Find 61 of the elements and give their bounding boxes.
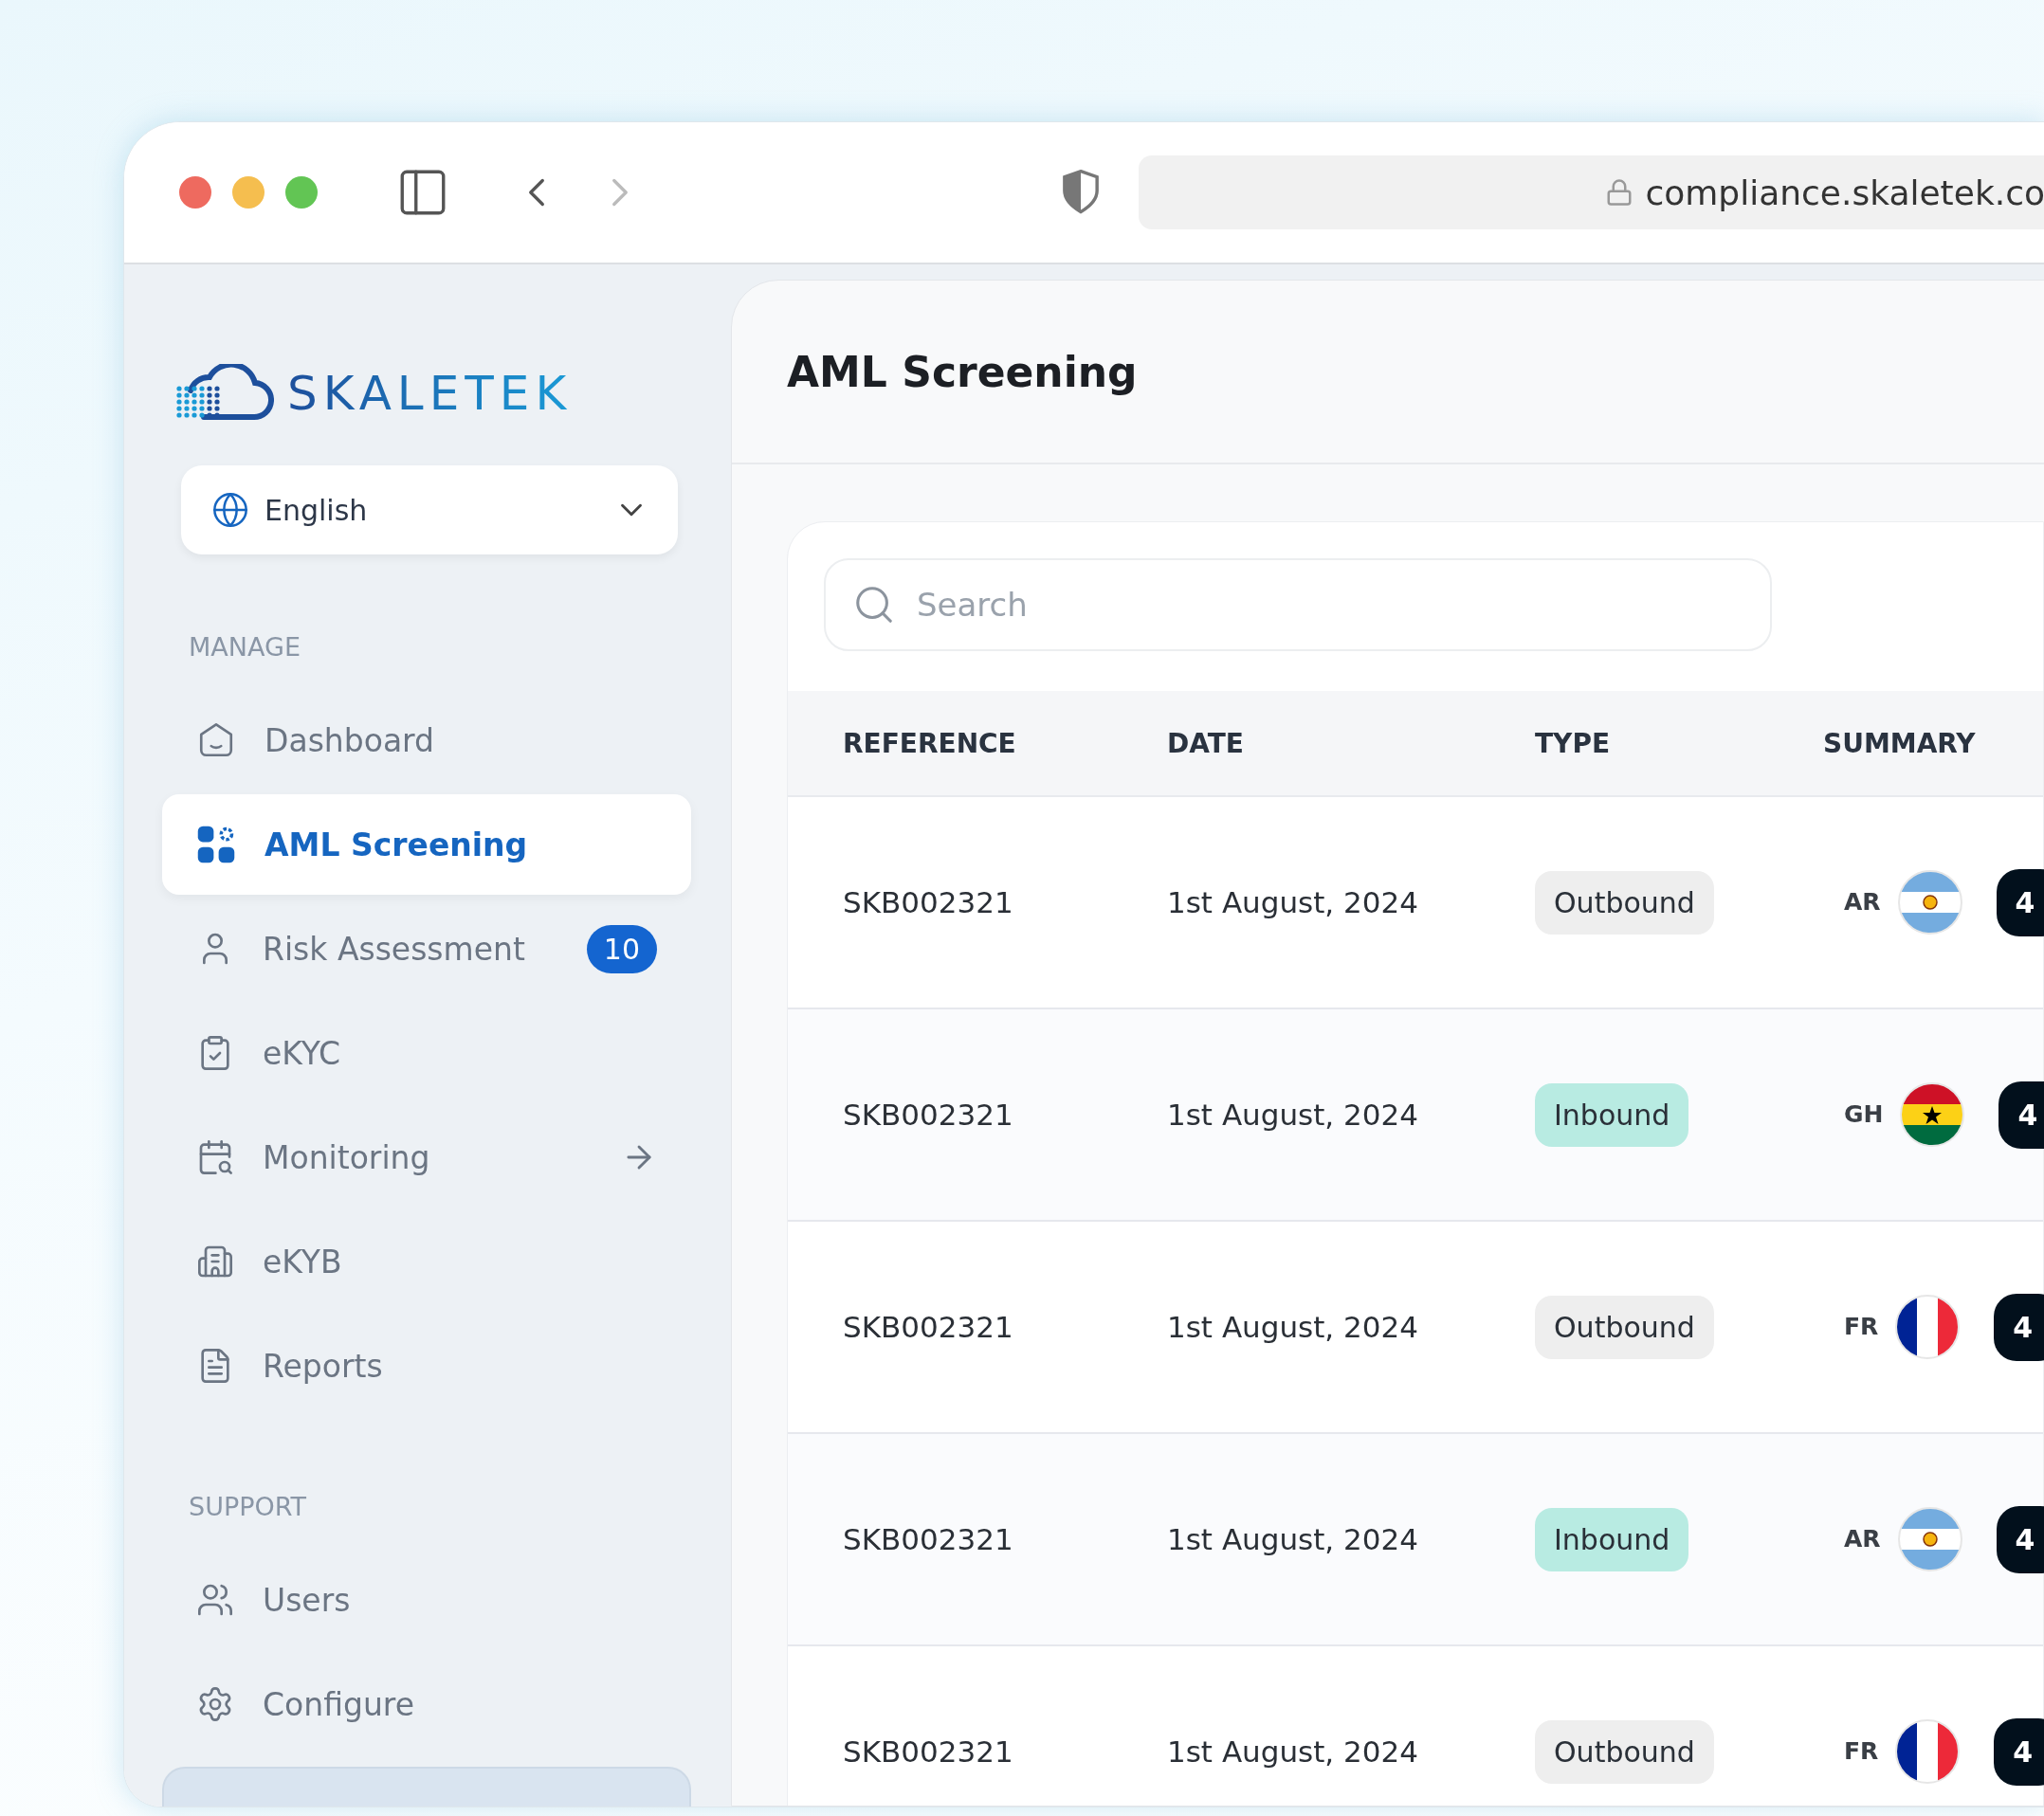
country-code: GH [1844, 1099, 1884, 1130]
type-tag: Outbound [1535, 1295, 1714, 1359]
maximize-icon[interactable] [285, 176, 318, 209]
column-header: DATE [1167, 727, 1245, 759]
country-code: FR [1844, 1311, 1879, 1342]
date-cell-text: 1st August, 2024 [1167, 1310, 1419, 1344]
close-icon[interactable] [179, 176, 211, 209]
url-text: compliance.skaletek.co [1645, 173, 2044, 212]
column-header: SUMMARY [1823, 727, 1977, 759]
score-tag: 4 [1994, 1717, 2044, 1786]
score-tag: 4 [1994, 1293, 2044, 1361]
flag-icon [1895, 1295, 1961, 1359]
apps-icon [196, 825, 236, 864]
score-tag: 4 [1998, 1081, 2044, 1149]
count-badge: 10 [586, 924, 657, 973]
flag-icon [1897, 1507, 1962, 1571]
nav-item[interactable]: Monitoring [162, 1107, 691, 1208]
table-row[interactable]: SKB002321 1st August, 2024 Inbound GH 4 [788, 1009, 2043, 1222]
type-tag: Inbound [1535, 1082, 1689, 1147]
flag-icon [1895, 1719, 1961, 1784]
column-header: TYPE [1535, 727, 1612, 759]
search-field[interactable]: Search [824, 558, 1772, 651]
reference-cell-text: SKB002321 [843, 885, 1014, 919]
score-tag: 4 [1996, 868, 2044, 936]
flag-icon [1897, 870, 1962, 935]
nav-item[interactable]: Reports [162, 1316, 691, 1416]
country-code: AR [1844, 1523, 1881, 1554]
nav-item[interactable]: Configure [162, 1654, 691, 1754]
globe-icon [211, 491, 249, 529]
table-row[interactable]: SKB002321 1st August, 2024 Inbound AR 4 [788, 1434, 2043, 1646]
reference-cell-text: SKB002321 [843, 1734, 1014, 1769]
nav-item[interactable]: Risk Assessment 10 [162, 899, 691, 999]
score-tag: 4 [1996, 1505, 2044, 1573]
date-cell-text: 1st August, 2024 [1167, 1522, 1419, 1556]
type-tag: Outbound [1535, 870, 1714, 935]
date-cell-text: 1st August, 2024 [1167, 1734, 1419, 1769]
nav-item[interactable]: Dashboard [162, 690, 691, 790]
nav-item[interactable]: eKYC [162, 1003, 691, 1103]
reference-cell-text: SKB002321 [843, 1310, 1014, 1344]
section-heading: SUPPORT [189, 1492, 307, 1521]
nav-item[interactable]: Users [162, 1550, 691, 1650]
country-code: AR [1844, 886, 1881, 917]
flag-icon [1900, 1082, 1965, 1147]
minimize-icon[interactable] [232, 176, 265, 209]
country-code: FR [1844, 1735, 1879, 1767]
section-heading: MANAGE [189, 632, 301, 662]
column-header: REFERENCE [843, 727, 1017, 759]
type-tag: Inbound [1535, 1507, 1689, 1571]
shield-icon [1061, 170, 1101, 215]
reference-cell-text: SKB002321 [843, 1098, 1014, 1132]
page-title: AML Screening [787, 347, 1138, 396]
lock-icon [1605, 178, 1634, 207]
nav-item[interactable]: AML Screening [162, 794, 691, 895]
date-cell-text: 1st August, 2024 [1167, 1098, 1419, 1132]
date-cell-text: 1st August, 2024 [1167, 885, 1419, 919]
address-bar[interactable]: compliance.skaletek.co [1139, 155, 2044, 229]
nav-item[interactable]: eKYB [162, 1211, 691, 1312]
type-tag: Outbound [1535, 1719, 1714, 1784]
language-dropdown[interactable]: English [181, 465, 678, 554]
cloud-logo-icon [175, 364, 274, 423]
reference-cell-text: SKB002321 [843, 1522, 1014, 1556]
